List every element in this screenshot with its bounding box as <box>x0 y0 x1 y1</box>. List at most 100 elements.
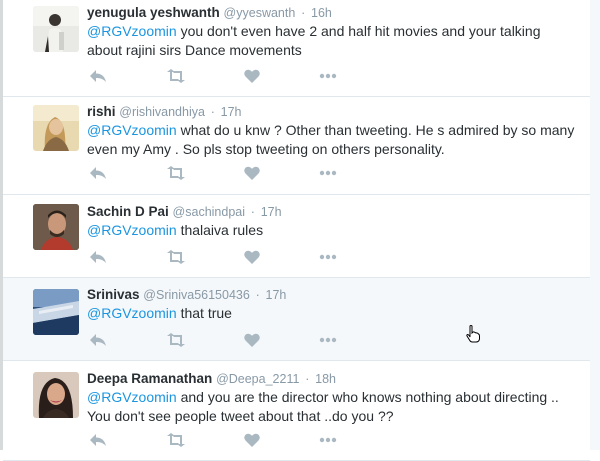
mention-link[interactable]: @RGVzoomin <box>87 389 177 405</box>
user-photo-avatar-icon <box>33 289 79 335</box>
user-handle[interactable]: @rishivandhiya <box>119 105 205 119</box>
hand-cursor-icon <box>466 325 480 343</box>
retweet-icon <box>167 333 185 347</box>
timestamp[interactable]: 17h <box>221 105 242 119</box>
reply-icon <box>90 70 106 82</box>
more-icon <box>319 170 337 176</box>
separator: · <box>250 205 255 219</box>
user-handle[interactable]: @sachindpai <box>173 205 245 219</box>
reply-button[interactable] <box>87 163 109 183</box>
tweet-item[interactable]: Srinivas @Sriniva56150436 · 17h @RGVzoom… <box>3 278 590 361</box>
more-button[interactable] <box>317 430 339 450</box>
separator: · <box>210 105 215 119</box>
reply-button[interactable] <box>87 247 109 267</box>
tweet-actions <box>87 330 347 350</box>
mention-link[interactable]: @RGVzoomin <box>87 23 177 39</box>
tweet-text: @RGVzoomin you don't even have 2 and hal… <box>87 22 577 60</box>
user-name[interactable]: rishi <box>87 104 116 119</box>
avatar[interactable] <box>33 6 79 52</box>
user-photo-avatar-icon <box>33 372 79 418</box>
user-name[interactable]: Deepa Ramanathan <box>87 371 212 386</box>
more-button[interactable] <box>317 66 339 86</box>
user-name[interactable]: yenugula yeshwanth <box>87 5 220 20</box>
user-name[interactable]: Srinivas <box>87 287 140 302</box>
retweet-icon <box>167 166 185 180</box>
tweet-actions <box>87 66 347 86</box>
like-button[interactable] <box>241 330 263 350</box>
retweet-icon <box>167 69 185 83</box>
like-icon <box>244 433 260 447</box>
timestamp[interactable]: 17h <box>266 288 287 302</box>
reply-button[interactable] <box>87 66 109 86</box>
retweet-button[interactable] <box>165 163 187 183</box>
tweet-actions <box>87 430 347 450</box>
timestamp[interactable]: 18h <box>315 372 336 386</box>
tweet-header: Srinivas @Sriniva56150436 · 17h <box>87 286 286 304</box>
reply-icon <box>90 434 106 446</box>
more-icon <box>319 73 337 79</box>
user-handle[interactable]: @Deepa_2211 <box>216 372 299 386</box>
like-button[interactable] <box>241 66 263 86</box>
mention-link[interactable]: @RGVzoomin <box>87 305 177 321</box>
separator: · <box>305 372 310 386</box>
retweet-button[interactable] <box>165 330 187 350</box>
avatar[interactable] <box>33 372 79 418</box>
user-photo-avatar-icon <box>33 6 79 52</box>
avatar[interactable] <box>33 204 79 250</box>
mention-link[interactable]: @RGVzoomin <box>87 222 177 238</box>
like-button[interactable] <box>241 163 263 183</box>
tweet-header: rishi @rishivandhiya · 17h <box>87 103 242 121</box>
tweet-text: @RGVzoomin what do u knw ? Other than tw… <box>87 121 577 159</box>
tweet-item[interactable]: Deepa Ramanathan @Deepa_2211 · 18h @RGVz… <box>3 361 590 461</box>
more-icon <box>319 437 337 443</box>
avatar[interactable] <box>33 105 79 151</box>
tweet-text: @RGVzoomin that true <box>87 304 577 323</box>
more-button[interactable] <box>317 247 339 267</box>
tweet-content: that true <box>176 305 232 321</box>
tweet-text: @RGVzoomin thalaiva rules <box>87 221 577 240</box>
like-icon <box>244 166 260 180</box>
timestamp[interactable]: 16h <box>311 6 332 20</box>
reply-button[interactable] <box>87 330 109 350</box>
reply-icon <box>90 251 106 263</box>
more-button[interactable] <box>317 330 339 350</box>
user-photo-avatar-icon <box>33 204 79 250</box>
retweet-icon <box>167 433 185 447</box>
more-button[interactable] <box>317 163 339 183</box>
tweet-actions <box>87 247 347 267</box>
separator: · <box>301 6 306 20</box>
more-icon <box>319 337 337 343</box>
avatar[interactable] <box>33 289 79 335</box>
tweet-item[interactable]: yenugula yeshwanth @yyeswanth · 16h @RGV… <box>3 0 590 97</box>
tweet-item[interactable]: Sachin D Pai @sachindpai · 17h @RGVzoomi… <box>3 195 590 278</box>
user-name[interactable]: Sachin D Pai <box>87 204 169 219</box>
timestamp[interactable]: 17h <box>261 205 282 219</box>
like-icon <box>244 333 260 347</box>
like-icon <box>244 69 260 83</box>
reply-button[interactable] <box>87 430 109 450</box>
user-photo-avatar-icon <box>33 105 79 151</box>
reply-icon <box>90 167 106 179</box>
tweet-header: yenugula yeshwanth @yyeswanth · 16h <box>87 4 332 22</box>
user-handle[interactable]: @Sriniva56150436 <box>143 288 250 302</box>
tweet-feed: yenugula yeshwanth @yyeswanth · 16h @RGV… <box>3 0 590 461</box>
retweet-button[interactable] <box>165 430 187 450</box>
like-icon <box>244 250 260 264</box>
tweet-actions <box>87 163 347 183</box>
separator: · <box>255 288 260 302</box>
tweet-content: thalaiva rules <box>176 222 264 238</box>
like-button[interactable] <box>241 430 263 450</box>
reply-icon <box>90 334 106 346</box>
tweet-header: Deepa Ramanathan @Deepa_2211 · 18h <box>87 370 336 388</box>
tweet-text: @RGVzoomin and you are the director who … <box>87 388 577 426</box>
retweet-button[interactable] <box>165 66 187 86</box>
mention-link[interactable]: @RGVzoomin <box>87 122 177 138</box>
user-handle[interactable]: @yyeswanth <box>224 6 296 20</box>
tweet-item[interactable]: rishi @rishivandhiya · 17h @RGVzoomin wh… <box>3 97 590 195</box>
retweet-button[interactable] <box>165 247 187 267</box>
tweet-header: Sachin D Pai @sachindpai · 17h <box>87 203 282 221</box>
retweet-icon <box>167 250 185 264</box>
more-icon <box>319 254 337 260</box>
like-button[interactable] <box>241 247 263 267</box>
scrollbar[interactable] <box>589 0 600 450</box>
